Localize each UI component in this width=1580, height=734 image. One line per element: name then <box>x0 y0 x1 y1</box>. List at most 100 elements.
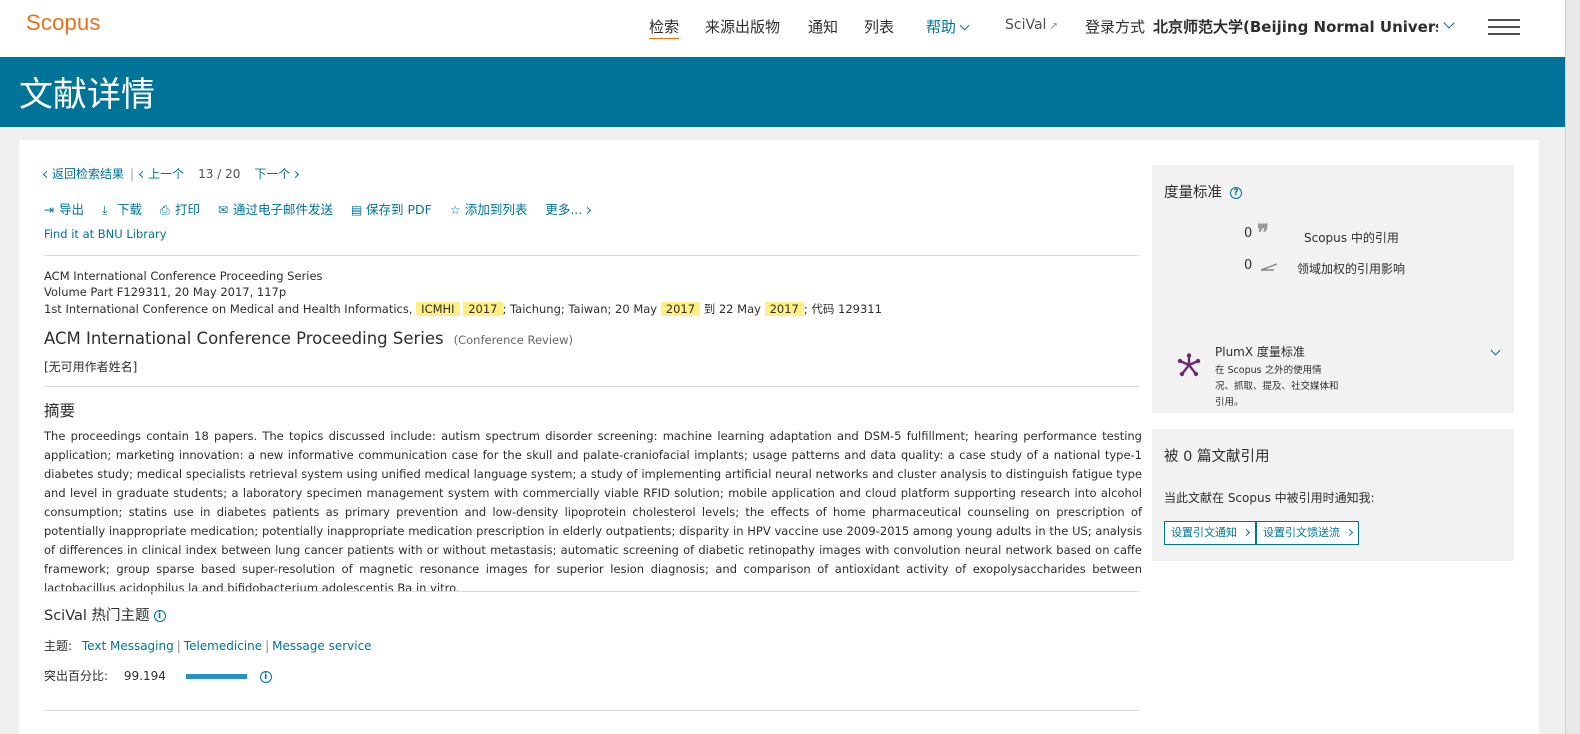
source-volume: Volume Part F129311, 20 May 2017, 117p <box>44 285 287 299</box>
download-button[interactable]: ⤓ 下载 <box>102 199 142 218</box>
top-navigation-bar: Scopus 检索 来源出版物 通知 列表 帮助 SciVal ↗ 登录方式 北京… <box>0 0 1565 57</box>
document-toolbar: ⇥ 导出 ⤓ 下载 ⎙ 打印 ✉ 通过电子邮件发送 ▤ 保存到 PDF ☆ 添加到列表 更多… <box>44 199 604 218</box>
divider: | <box>130 167 135 181</box>
nav-scival-label: SciVal <box>1005 17 1047 33</box>
cited-by-heading: 被 0 篇文献引用 <box>1164 449 1270 465</box>
highlight-year: 2017 <box>660 302 701 316</box>
author-note: [无可用作者姓名] <box>44 360 138 374</box>
divider <box>44 386 1139 387</box>
menu-icon[interactable] <box>1488 18 1520 36</box>
nav-alerts[interactable]: 通知 <box>808 16 838 37</box>
topic-row: 主题: Text Messaging | Telemedicine | Message … <box>44 637 372 654</box>
export-icon: ⇥ <box>44 203 55 217</box>
conference-info: 1st International Conference on Medical … <box>44 301 882 317</box>
chevron-right-icon <box>1345 528 1353 537</box>
plumx-icon <box>1177 353 1201 377</box>
previous-link[interactable]: 上一个 <box>139 167 185 181</box>
login-institution[interactable]: 北京师范大学(Beijing Normal Universi <box>1153 16 1438 37</box>
download-label: 下载 <box>117 202 143 217</box>
prominence-label: 突出百分比: <box>44 669 109 683</box>
find-it-library-link[interactable]: Find it at BNU Library <box>44 227 167 241</box>
nav-lists[interactable]: 列表 <box>864 16 894 37</box>
metrics-box: 度量标准? 0 ❞ Scopus 中的引用 0 领域加权的引用影响 PlumX … <box>1152 165 1514 413</box>
plumx-title: PlumX 度量标准 <box>1215 345 1305 359</box>
envelope-icon: ✉ <box>218 203 229 217</box>
add-to-list-button[interactable]: ☆ 添加到列表 <box>450 199 528 218</box>
prominence-bar <box>185 674 248 679</box>
email-label: 通过电子邮件发送 <box>233 202 334 217</box>
document-details-panel: 返回检索结果 | 上一个 13 / 20 下一个 ⇥ 导出 ⤓ 下载 ⎙ 打印 ✉ 通过电子邮件… <box>19 140 1539 734</box>
email-button[interactable]: ✉ 通过电子邮件发送 <box>218 199 333 218</box>
info-icon[interactable]: i <box>259 670 272 683</box>
plumx-description: 在 Scopus 之外的使用情况、抓取、提及、社交媒体和引用。 <box>1215 365 1339 408</box>
more-button[interactable]: 更多... <box>545 199 592 218</box>
topic-link[interactable]: Telemedicine <box>184 639 262 653</box>
topic-link[interactable]: Message service <box>272 639 371 653</box>
more-label: 更多... <box>545 202 583 217</box>
prominence-bar-fill <box>185 674 248 679</box>
total-count: 20 <box>225 167 241 181</box>
prominence-row: 突出百分比: 99.194 i <box>44 667 272 684</box>
citations-label: Scopus 中的引用 <box>1304 231 1399 245</box>
nav-sources[interactable]: 来源出版物 <box>705 16 780 37</box>
divider <box>44 255 1139 256</box>
conference-dates-to: 到 22 May <box>700 302 765 316</box>
nav-help[interactable]: 帮助 <box>926 16 970 37</box>
scrollbar[interactable] <box>1565 0 1580 734</box>
source-series[interactable]: ACM International Conference Proceeding … <box>44 269 323 283</box>
fwci-value: 0 <box>1244 258 1253 273</box>
conference-code: ; 代码 129311 <box>803 302 882 316</box>
chevron-down-icon[interactable] <box>1443 17 1455 29</box>
divider: | <box>265 639 270 653</box>
next-link[interactable]: 下一个 <box>254 167 300 181</box>
fwci-icon <box>1260 263 1278 271</box>
counter-slash: / <box>217 167 222 181</box>
abstract-text: The proceedings contain 18 papers. The t… <box>44 429 1142 595</box>
set-citation-alert-button[interactable]: 设置引文通知 <box>1164 521 1256 545</box>
topic-link[interactable]: Text Messaging <box>82 639 174 653</box>
scopus-logo[interactable]: Scopus <box>26 10 101 36</box>
topic-label: 主题: <box>44 639 73 653</box>
divider <box>44 710 1139 711</box>
chevron-down-icon <box>959 20 970 31</box>
help-icon[interactable]: ? <box>1230 187 1242 199</box>
chevron-right-icon <box>584 206 592 215</box>
conference-name: 1st International Conference on Medical … <box>44 302 417 316</box>
highlight-acronym: ICMHI <box>416 302 460 316</box>
fwci-label: 领域加权的引用影响 <box>1297 262 1406 276</box>
quote-icon: ❞ <box>1257 220 1269 246</box>
metrics-heading-label: 度量标准 <box>1164 185 1222 201</box>
set-citation-feed-button[interactable]: 设置引文馈送流 <box>1256 521 1359 545</box>
chevron-right-icon <box>292 170 300 179</box>
chevron-down-icon[interactable] <box>1490 345 1501 356</box>
document-title-row: ACM International Conference Proceeding … <box>44 329 573 348</box>
back-to-results-label: 返回检索结果 <box>52 167 125 181</box>
print-icon: ⎙ <box>160 203 170 217</box>
chevron-left-icon <box>139 170 147 179</box>
info-icon[interactable]: i <box>153 610 166 622</box>
page-title: 文献详情 <box>19 75 155 115</box>
pdf-icon: ▤ <box>351 203 363 217</box>
save-pdf-label: 保存到 PDF <box>366 202 432 217</box>
export-button[interactable]: ⇥ 导出 <box>44 199 84 218</box>
abstract-heading: 摘要 <box>44 402 76 420</box>
set-citation-feed-label: 设置引文馈送流 <box>1263 526 1340 539</box>
login-label: 登录方式 <box>1085 18 1146 36</box>
back-to-results-link[interactable]: 返回检索结果 <box>42 167 125 181</box>
document-title: ACM International Conference Proceeding … <box>44 329 444 348</box>
cited-by-note: 当此文献在 Scopus 中被引用时通知我: <box>1164 491 1375 505</box>
previous-label: 上一个 <box>148 167 185 181</box>
prominence-value: 99.194 <box>123 669 166 683</box>
citations-value: 0 <box>1244 226 1253 241</box>
save-pdf-button[interactable]: ▤ 保存到 PDF <box>351 199 432 218</box>
next-label: 下一个 <box>254 167 291 181</box>
nav-scival[interactable]: SciVal ↗ <box>1005 17 1058 33</box>
result-navigation: 返回检索结果 | 上一个 13 / 20 下一个 <box>42 165 300 182</box>
star-icon: ☆ <box>449 203 461 217</box>
nav-search[interactable]: 检索 <box>649 16 680 39</box>
add-to-list-label: 添加到列表 <box>464 202 528 217</box>
print-button[interactable]: ⎙ 打印 <box>160 199 200 218</box>
print-label: 打印 <box>175 202 201 217</box>
cited-by-box: 被 0 篇文献引用 当此文献在 Scopus 中被引用时通知我: 设置引文通知 … <box>1152 429 1514 561</box>
conference-location: ; Taichung; Taiwan; 20 May <box>502 302 661 316</box>
